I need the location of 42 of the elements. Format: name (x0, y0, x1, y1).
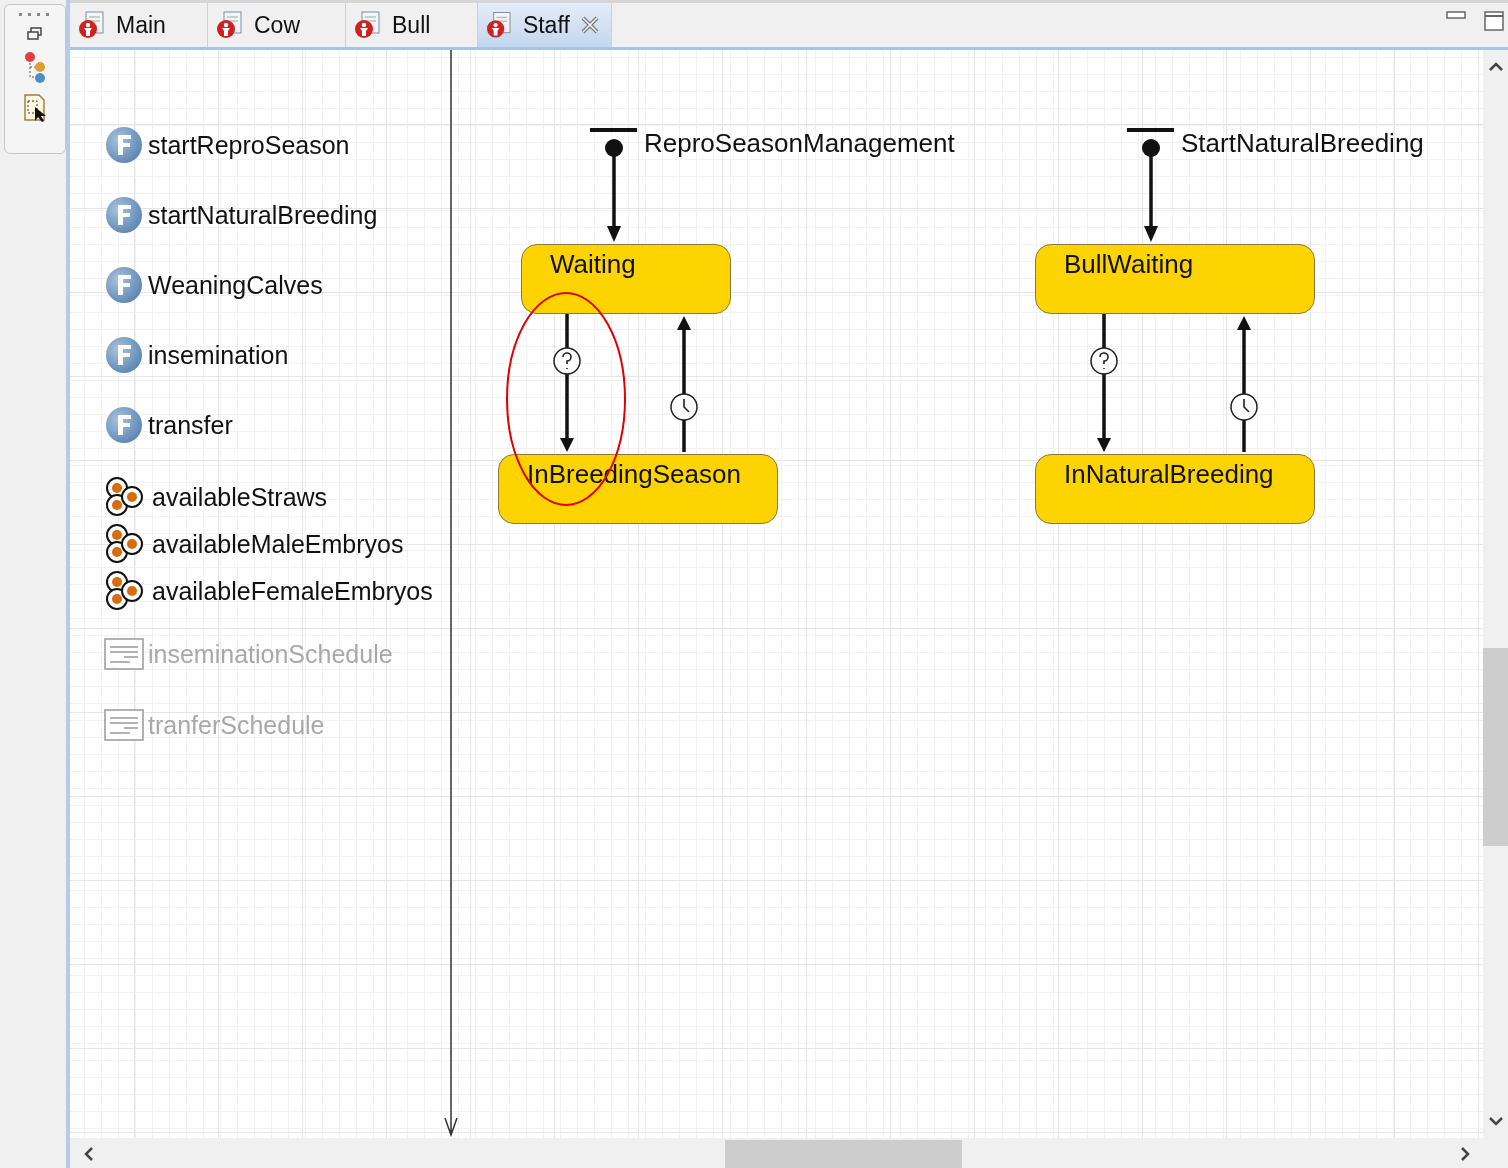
statechart-name: ReproSeasonManagement (644, 128, 955, 159)
function-icon (104, 405, 144, 445)
agent-icon (216, 11, 244, 39)
element-name[interactable]: transfer (148, 410, 233, 440)
function-icon (104, 125, 144, 165)
clock-icon (670, 393, 698, 421)
element-name[interactable]: availableFemaleEmbryos (152, 576, 433, 606)
statechart-name: StartNaturalBreeding (1181, 128, 1424, 159)
scroll-thumb[interactable] (1483, 648, 1508, 846)
scroll-down-icon[interactable] (1489, 1117, 1503, 1126)
maximize-icon[interactable] (1484, 11, 1504, 31)
agent-icon (78, 11, 106, 39)
state-box[interactable]: Waiting (521, 244, 731, 314)
clock-icon (1230, 393, 1258, 421)
element-name[interactable]: startReproSeason (148, 130, 350, 160)
element-name[interactable]: startNaturalBreeding (148, 200, 378, 230)
editor-tab[interactable]: Staff (478, 3, 612, 47)
function-icon (104, 335, 144, 375)
condition-icon (1090, 347, 1118, 375)
agent-icon (486, 11, 513, 39)
grip-icon (19, 13, 51, 17)
element-name[interactable]: insemination (148, 340, 289, 370)
schedule-icon (104, 638, 144, 670)
select-icon[interactable] (23, 93, 47, 123)
minimize-icon[interactable] (1446, 11, 1466, 21)
scroll-up-icon[interactable] (1489, 62, 1503, 71)
element-name[interactable]: WeaningCalves (148, 270, 323, 300)
close-icon[interactable] (579, 15, 599, 35)
state-box[interactable]: BullWaiting (1035, 244, 1315, 314)
scroll-right-icon[interactable] (1461, 1147, 1470, 1161)
condition-icon (553, 347, 581, 375)
function-icon (104, 265, 144, 305)
restore-icon[interactable] (27, 27, 43, 41)
schedule-icon (104, 709, 144, 741)
hierarchy-icon[interactable] (24, 51, 46, 83)
scroll-thumb[interactable] (725, 1140, 962, 1168)
state-box[interactable]: InNaturalBreeding (1035, 454, 1315, 524)
element-name[interactable]: availableMaleEmbryos (152, 529, 404, 559)
function-icon (104, 195, 144, 235)
scroll-left-icon[interactable] (84, 1147, 93, 1161)
element-name[interactable]: availableStraws (152, 482, 328, 512)
agent-icon (354, 11, 382, 39)
